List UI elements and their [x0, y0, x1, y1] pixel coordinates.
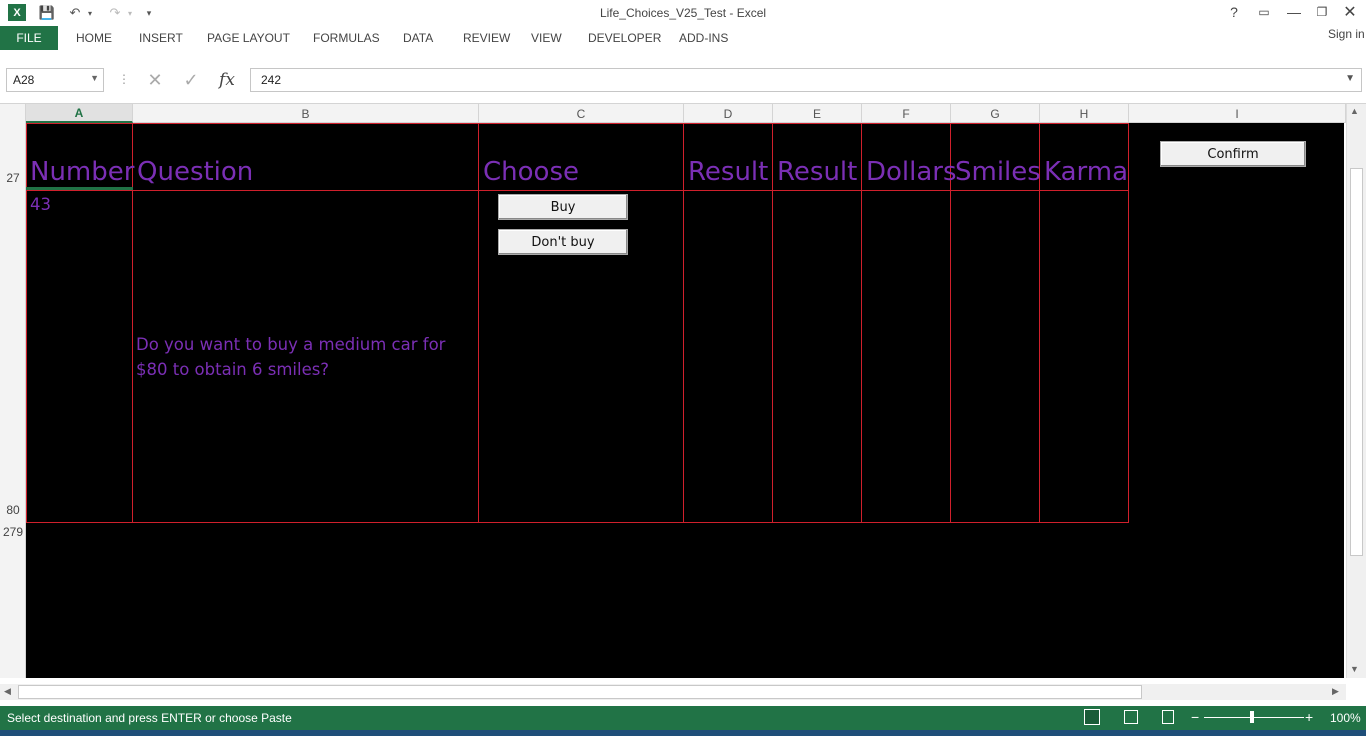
header-result-2: Result: [777, 157, 858, 187]
scroll-down-icon[interactable]: ▼: [1350, 664, 1359, 674]
window-title: Life_Choices_V25_Test - Excel: [599, 6, 767, 20]
buy-button[interactable]: Buy: [498, 194, 628, 220]
formula-value: 242: [261, 73, 282, 87]
tab-formulas[interactable]: FORMULAS: [313, 26, 380, 50]
page-layout-view-icon[interactable]: [1124, 710, 1138, 724]
close-icon[interactable]: ✕: [1336, 2, 1364, 22]
column-headers: A B C D E F G H I: [0, 104, 1346, 123]
formula-bar-splitter-icon[interactable]: ⋮: [118, 72, 130, 86]
cancel-entry-icon[interactable]: ✕: [144, 70, 166, 90]
tab-file[interactable]: FILE: [0, 26, 58, 50]
column-header-e[interactable]: E: [773, 104, 862, 123]
question-number: 43: [30, 195, 51, 214]
name-box-value: A28: [13, 73, 35, 87]
column-header-c[interactable]: C: [479, 104, 684, 123]
tab-developer[interactable]: DEVELOPER: [588, 26, 661, 50]
ribbon-display-icon[interactable]: ▭: [1250, 2, 1278, 22]
sign-in-link[interactable]: Sign in: [1328, 22, 1365, 46]
zoom-slider[interactable]: [1204, 717, 1304, 718]
question-text: Do you want to buy a medium car for $80 …: [136, 335, 446, 379]
status-message: Select destination and press ENTER or ch…: [7, 711, 292, 725]
scroll-left-icon[interactable]: ◀: [4, 686, 11, 697]
column-header-i[interactable]: I: [1129, 104, 1346, 123]
tab-review[interactable]: REVIEW: [463, 26, 510, 50]
taskbar-strip: [0, 730, 1366, 736]
column-header-h[interactable]: H: [1040, 104, 1129, 123]
cell-result-1[interactable]: [683, 190, 773, 523]
horizontal-scrollbar[interactable]: ◀ ▶: [0, 684, 1346, 700]
expand-formula-bar-icon[interactable]: ▼: [1345, 73, 1355, 84]
tab-page-layout[interactable]: PAGE LAYOUT: [207, 26, 290, 50]
cell-result-2[interactable]: [772, 190, 862, 523]
column-header-b[interactable]: B: [133, 104, 479, 123]
formula-bar: A28 ▼ ⋮ ✕ ✓ fx 242 ▼: [0, 50, 1366, 104]
vertical-scroll-thumb[interactable]: [1350, 168, 1363, 556]
column-header-f[interactable]: F: [862, 104, 951, 123]
formula-input[interactable]: 242 ▼: [250, 68, 1362, 92]
name-box-dropdown-icon[interactable]: ▼: [90, 73, 99, 83]
cell-karma[interactable]: [1039, 190, 1129, 523]
title-bar: X 💾 ↶ ▾ ↷ ▾ ▾ Life_Choices_V25_Test - Ex…: [0, 0, 1366, 26]
cell-number[interactable]: [26, 190, 133, 523]
confirm-button[interactable]: Confirm: [1160, 141, 1306, 167]
help-button[interactable]: ?: [1220, 2, 1248, 22]
tab-add-ins[interactable]: ADD-INS: [679, 26, 728, 50]
dont-buy-button[interactable]: Don't buy: [498, 229, 628, 255]
header-dollars: Dollars: [866, 157, 957, 187]
normal-view-icon[interactable]: [1084, 709, 1100, 725]
zoom-in-icon[interactable]: +: [1305, 709, 1313, 725]
name-box[interactable]: A28 ▼: [6, 68, 104, 92]
minimize-icon[interactable]: —: [1280, 2, 1308, 22]
header-karma: Karma: [1044, 157, 1129, 187]
cell-smiles[interactable]: [950, 190, 1040, 523]
restore-icon[interactable]: ❐: [1308, 2, 1336, 22]
select-all-corner[interactable]: [0, 104, 26, 123]
tab-data[interactable]: DATA: [403, 26, 433, 50]
ribbon-tabs: FILE HOME INSERT PAGE LAYOUT FORMULAS DA…: [0, 26, 1366, 50]
cell-dollars[interactable]: [861, 190, 951, 523]
column-header-d[interactable]: D: [684, 104, 773, 123]
vertical-scrollbar[interactable]: ▲ ▼: [1346, 104, 1366, 678]
row-header-279[interactable]: 279: [0, 525, 26, 539]
tab-view[interactable]: VIEW: [531, 26, 562, 50]
tab-home[interactable]: HOME: [76, 26, 112, 50]
scroll-right-icon[interactable]: ▶: [1332, 686, 1339, 697]
tab-insert[interactable]: INSERT: [139, 26, 183, 50]
scroll-up-icon[interactable]: ▲: [1350, 106, 1359, 116]
confirm-entry-icon[interactable]: ✓: [180, 70, 202, 90]
row-header-80[interactable]: 80: [0, 503, 26, 517]
worksheet-grid[interactable]: Number Question Choose Result Result Dol…: [26, 123, 1344, 678]
row-headers: 27 80 279: [0, 123, 26, 678]
header-result-1: Result: [688, 157, 769, 187]
zoom-level[interactable]: 100%: [1330, 711, 1361, 725]
zoom-out-icon[interactable]: −: [1191, 709, 1199, 725]
page-break-view-icon[interactable]: [1162, 710, 1174, 724]
column-header-g[interactable]: G: [951, 104, 1040, 123]
status-bar: Select destination and press ENTER or ch…: [0, 706, 1366, 730]
row-header-27[interactable]: 27: [0, 171, 26, 185]
zoom-slider-thumb[interactable]: [1250, 711, 1254, 723]
header-question: Question: [137, 157, 254, 187]
horizontal-scroll-thumb[interactable]: [18, 685, 1142, 699]
header-smiles: Smiles: [955, 157, 1041, 187]
header-choose: Choose: [483, 157, 579, 187]
header-number: Number: [30, 157, 135, 187]
insert-function-icon[interactable]: fx: [216, 70, 238, 90]
column-header-a[interactable]: A: [26, 104, 133, 123]
